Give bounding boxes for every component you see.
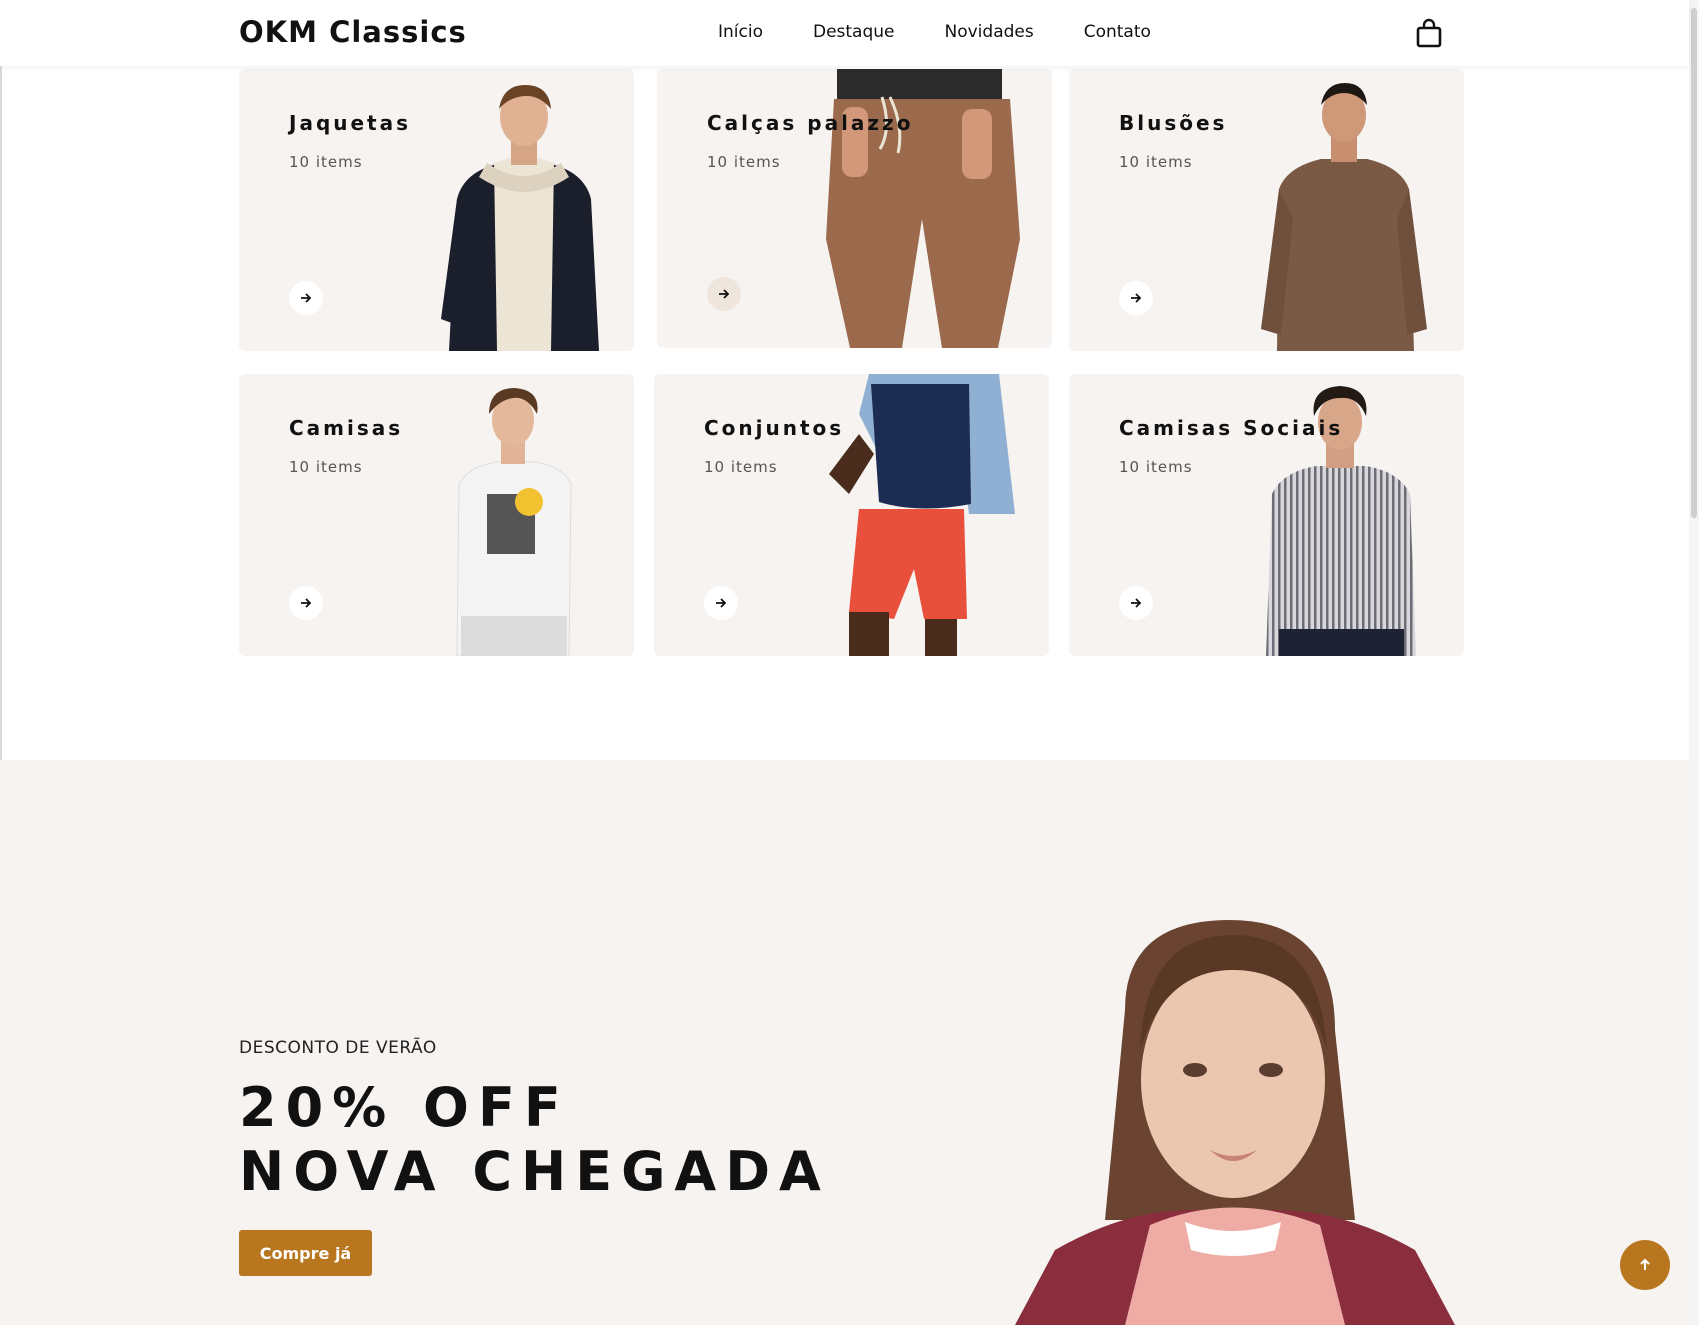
outfit-model-image [829,374,1015,656]
sweater-model-image [1261,83,1427,351]
site-header: OKM Classics Início Destaque Novidades C… [0,0,1689,66]
category-grid: Jaquetas 10 items Calças palazzo 10 item… [239,66,1464,656]
category-card-blusoes[interactable]: Blusões 10 items [1069,69,1464,351]
category-count: 10 items [1119,153,1193,171]
category-title: Camisas [289,416,404,440]
category-count: 10 items [289,153,363,171]
scrollbar[interactable] [1689,0,1699,1325]
category-title: Conjuntos [704,416,845,440]
main-nav: Início Destaque Novidades Contato [718,22,1151,42]
jacket-model-image [441,85,599,351]
promo-headline: 20% OFF NOVA CHEGADA [239,1076,830,1204]
arrow-right-icon[interactable] [1119,586,1153,620]
category-title: Camisas Sociais [1119,416,1344,440]
arrow-right-icon[interactable] [289,281,323,315]
category-count: 10 items [704,458,778,476]
promo-eyebrow: DESCONTO DE VERÃO [239,1038,437,1058]
category-count: 10 items [707,153,781,171]
tshirt-model-image [456,388,572,656]
promo-headline-line1: 20% OFF [239,1076,570,1139]
nav-destaque[interactable]: Destaque [813,22,895,42]
nav-inicio[interactable]: Início [718,22,763,42]
promo-headline-line2: NOVA CHEGADA [239,1140,830,1203]
back-to-top-button[interactable] [1620,1240,1670,1290]
shop-now-button[interactable]: Compre já [239,1230,372,1276]
category-title: Blusões [1119,111,1228,135]
category-card-calcas-palazzo[interactable]: Calças palazzo 10 items [657,69,1052,348]
category-count: 10 items [289,458,363,476]
shopping-bag-icon[interactable] [1415,18,1443,48]
category-card-conjuntos[interactable]: Conjuntos 10 items [654,374,1049,656]
summer-sale-banner: DESCONTO DE VERÃO 20% OFF NOVA CHEGADA C… [0,760,1689,1325]
nav-novidades[interactable]: Novidades [945,22,1034,42]
category-count: 10 items [1119,458,1193,476]
category-card-jaquetas[interactable]: Jaquetas 10 items [239,69,634,351]
category-card-camisas-sociais[interactable]: Camisas Sociais 10 items [1069,374,1464,656]
arrow-right-icon[interactable] [704,586,738,620]
arrow-right-icon[interactable] [707,277,741,311]
brand-logo[interactable]: OKM Classics [239,15,467,49]
category-card-camisas[interactable]: Camisas 10 items [239,374,634,656]
category-title: Calças palazzo [707,111,914,135]
category-title: Jaquetas [289,111,412,135]
scrollbar-thumb[interactable] [1691,8,1697,518]
woman-model-image [1015,920,1455,1325]
arrow-right-icon[interactable] [289,586,323,620]
arrow-up-icon [1640,1258,1650,1270]
arrow-right-icon[interactable] [1119,281,1153,315]
nav-contato[interactable]: Contato [1084,22,1151,42]
